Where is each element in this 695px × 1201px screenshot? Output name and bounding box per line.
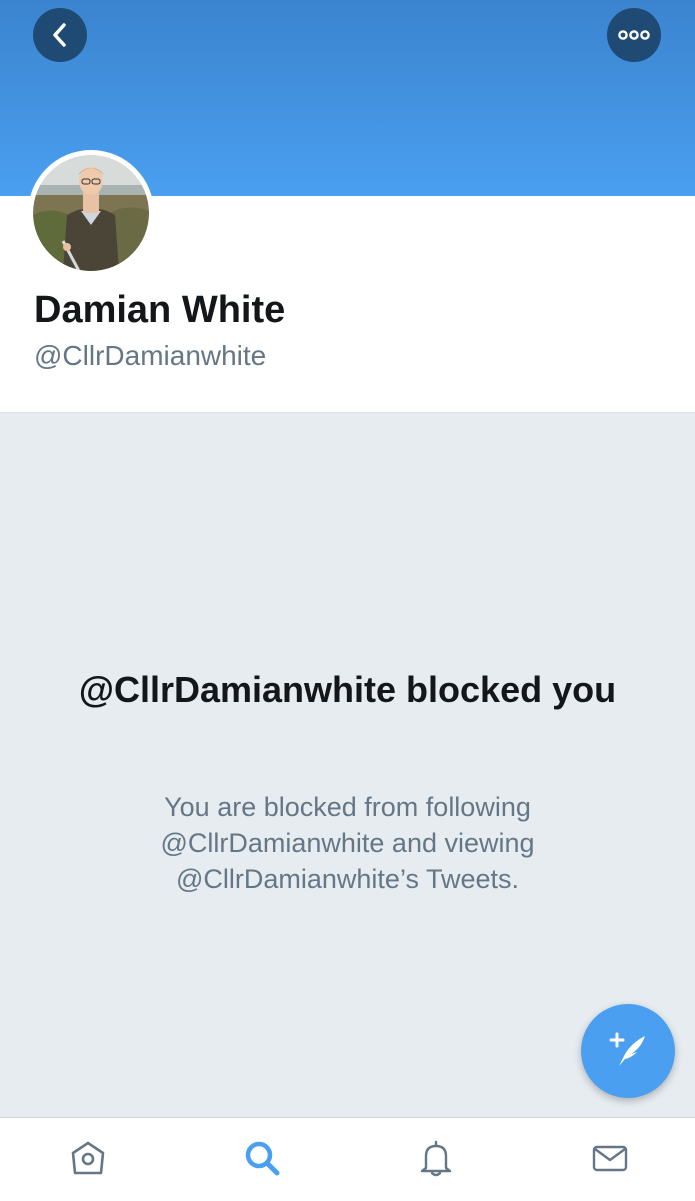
avatar[interactable] [28, 150, 154, 276]
chevron-left-icon [49, 22, 71, 48]
blocked-title: @CllrDamianwhite blocked you [78, 669, 617, 710]
blocked-notice-panel [0, 412, 695, 1118]
more-icon [618, 30, 650, 40]
bell-icon [416, 1138, 456, 1183]
profile-display-name: Damian White [34, 289, 286, 331]
more-options-button[interactable] [607, 8, 661, 62]
tab-home[interactable] [66, 1138, 110, 1182]
search-icon [242, 1138, 282, 1183]
bottom-tab-bar [0, 1117, 695, 1201]
tab-messages[interactable] [588, 1138, 632, 1182]
tab-notifications[interactable] [414, 1138, 458, 1182]
compose-tweet-button[interactable] [581, 1004, 675, 1098]
compose-tweet-icon [605, 1026, 651, 1077]
mail-icon [590, 1138, 630, 1183]
blocked-message: You are blocked from following @CllrDami… [160, 792, 535, 894]
back-button[interactable] [33, 8, 87, 62]
tab-search[interactable] [240, 1138, 284, 1182]
avatar-photo [33, 155, 149, 271]
profile-handle: @CllrDamianwhite [34, 340, 267, 371]
home-icon [68, 1138, 108, 1183]
